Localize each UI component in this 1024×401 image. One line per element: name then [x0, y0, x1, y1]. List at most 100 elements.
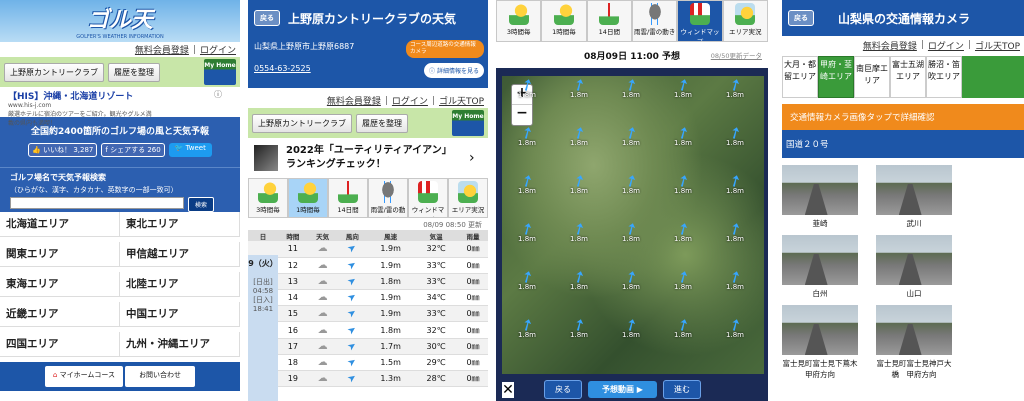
login-link[interactable]: ログイン — [392, 94, 428, 107]
history-course-button[interactable]: 上野原カントリークラブ — [252, 113, 352, 133]
traffic-camera-button[interactable]: コース周辺道路の交通情報カメラ — [406, 40, 484, 58]
area-tab-kofu[interactable]: 甲府・韮崎エリア — [818, 56, 854, 98]
back-button[interactable]: 戻る — [254, 10, 280, 26]
area-shikoku[interactable]: 四国エリア — [0, 332, 120, 357]
wind-map[interactable]: + − ➚ 1.8m ➚ 1.8m ➚ 1.8m ➚ 1.8m ➚ 1.8m ➚ 1.8m ➚ 1.8m ➚… — [502, 76, 764, 374]
contact-button[interactable]: お問い合わせ — [125, 366, 196, 387]
register-link[interactable]: 無料会員登録 — [863, 39, 917, 52]
table-row: 17 ☁ ➤ 1.7m 30℃ 0㎜ — [248, 338, 488, 355]
wind-arrow-icon: ➚ — [724, 312, 746, 337]
top-link[interactable]: ゴル天TOP — [975, 39, 1020, 52]
tab-area-live[interactable]: エリア実況 — [722, 0, 768, 42]
camera-nirasaki[interactable]: 韮崎 — [782, 165, 858, 229]
camera-hakushu[interactable]: 白州 — [782, 235, 858, 299]
area-kanto[interactable]: 関東エリア — [0, 242, 120, 267]
wind-arrow-icon: ➤ — [345, 339, 359, 354]
camera-mukawa[interactable]: 武川 — [876, 165, 952, 229]
area-chugoku[interactable]: 中国エリア — [120, 302, 240, 327]
area-hokuriku[interactable]: 北陸エリア — [120, 272, 240, 297]
close-icon[interactable]: ✕ — [502, 381, 514, 398]
login-link[interactable]: ログイン — [200, 43, 236, 56]
area-tab-fujigoko[interactable]: 富士五湖エリア — [890, 56, 926, 98]
back-button[interactable]: 戻る — [788, 10, 814, 26]
camera-button-label: コース周辺道路の交通情報カメラ — [410, 42, 476, 55]
forecast-video-button[interactable]: 予想動画 ▶ — [588, 381, 657, 398]
tab-label: 14日間 — [598, 28, 620, 36]
table-header: 日 時間 天気 風向 風速 気温 雨量 — [248, 230, 488, 241]
wind-arrow-icon: ➤ — [345, 258, 359, 273]
cloud-icon: ☁ — [317, 308, 328, 320]
tab-label: 1時間毎 — [296, 206, 320, 214]
tab-1hour[interactable]: 1時間毎 — [288, 178, 328, 218]
register-link[interactable]: 無料会員登録 — [135, 43, 189, 56]
share-button[interactable]: f シェアする 260 — [101, 143, 165, 157]
temperature-cell: 33℃ — [426, 309, 446, 319]
wind-arrow-icon: ➚ — [620, 216, 642, 241]
camera-fujimi-shimotsutaki[interactable]: 富士見町富士見下蔦木 甲府方向 — [782, 305, 865, 380]
tab-3hour[interactable]: 3時間毎 — [248, 178, 288, 218]
wind-arrow-icon: ➚ — [724, 216, 746, 241]
ad-block[interactable]: 【HIS】沖縄・北海道リゾート www.his-j.com 厳選ホテルに宿泊のツ… — [0, 87, 240, 127]
tweet-button[interactable]: 🐦 Tweet — [168, 143, 212, 157]
camera-image[interactable] — [782, 235, 858, 285]
camera-image[interactable] — [876, 165, 952, 215]
golf-flag-icon — [599, 3, 620, 25]
tab-1hour[interactable]: 1時間毎 — [541, 0, 587, 42]
tab-3hour[interactable]: 3時間毎 — [496, 0, 542, 42]
wind-arrow-icon: ➚ — [568, 216, 590, 241]
area-tab-otsuki[interactable]: 大月・都留エリア — [782, 56, 818, 98]
course-search-input[interactable] — [10, 197, 184, 209]
clear-history-button[interactable]: 履歴を整理 — [108, 62, 160, 82]
login-link[interactable]: ログイン — [928, 39, 964, 52]
logo-subtitle: GOLFER'S WEATHER INFORMATION — [76, 34, 164, 40]
day-column: 9（火） [日出] 04:58 [日入] 18:41 — [248, 255, 278, 401]
tab-wind-map[interactable]: ウィンドマップ — [677, 0, 723, 42]
register-link[interactable]: 無料会員登録 — [327, 94, 381, 107]
tab-rain-radar[interactable]: 雨雲/雷の動き — [631, 0, 678, 42]
camera-image[interactable] — [782, 305, 858, 355]
camera-image[interactable] — [876, 305, 952, 355]
area-kinki[interactable]: 近畿エリア — [0, 302, 120, 327]
wind-arrow-icon: ➚ — [724, 120, 746, 145]
wind-arrow-icon: ➚ — [672, 168, 694, 193]
ad-choice-icon[interactable]: ⓘ — [214, 89, 222, 100]
camera-fujimi-godo-ohashi[interactable]: 富士見町富士見神戸大橋 甲府方向 — [876, 305, 952, 380]
tab-rain-radar[interactable]: 雨雲/雷の動き — [368, 178, 408, 218]
detail-info-button[interactable]: ⓘ 詳細情報を見る — [424, 63, 484, 78]
area-hokkaido[interactable]: 北海道エリア — [0, 212, 120, 237]
like-button[interactable]: 👍 いいね！ 3,287 — [28, 143, 98, 157]
wind-speed-cell: 1.9m — [380, 244, 401, 254]
area-tab-minamikoma[interactable]: 南巨摩エリア — [854, 56, 890, 98]
temperature-cell: 33℃ — [426, 276, 446, 286]
map-back-button[interactable]: 戻る — [544, 380, 582, 399]
table-row: 18 ☁ ➤ 1.5m 29℃ 0㎜ — [248, 354, 488, 371]
camera-yamaguchi[interactable]: 山口 — [876, 235, 952, 299]
camera-image[interactable] — [782, 165, 858, 215]
tab-14day[interactable]: 14日間 — [328, 178, 368, 218]
top-link[interactable]: ゴル天TOP — [439, 94, 484, 107]
cloud-icon: ☁ — [317, 356, 328, 368]
clear-history-button[interactable]: 履歴を整理 — [356, 113, 408, 133]
rain-cell: 0㎜ — [466, 260, 480, 270]
ad-title[interactable]: 【HIS】沖縄・北海道リゾート — [8, 89, 232, 102]
tab-area-live[interactable]: エリア実況 — [448, 178, 488, 218]
area-koshinetsu[interactable]: 甲信越エリア — [120, 242, 240, 267]
hour-cell: 16 — [287, 325, 298, 335]
tab-wind-map[interactable]: ウィンドマップ — [408, 178, 448, 218]
search-button[interactable]: 検索 — [188, 197, 215, 212]
history-course-button[interactable]: 上野原カントリークラブ — [4, 62, 104, 82]
wind-direction-cell: ➤ — [337, 338, 367, 354]
news-banner[interactable]: 2022年「ユーティリティアイアン」ランキングチェック！ › — [248, 138, 488, 178]
area-tokai[interactable]: 東海エリア — [0, 272, 120, 297]
cloud-icon: ☁ — [317, 340, 328, 352]
area-tohoku[interactable]: 東北エリア — [120, 212, 240, 237]
myhome-badge[interactable]: My Home — [452, 110, 484, 136]
area-kyushu-okinawa[interactable]: 九州・沖縄エリア — [120, 332, 240, 357]
myhome-course-button[interactable]: ⌂ マイホームコース — [44, 366, 124, 387]
myhome-badge[interactable]: My Home — [204, 59, 236, 85]
camera-image[interactable] — [876, 235, 952, 285]
map-forward-button[interactable]: 進む — [662, 380, 701, 399]
tab-14day[interactable]: 14日間 — [586, 0, 632, 42]
logo[interactable]: ゴル天 — [87, 2, 153, 34]
area-tab-katsunuma[interactable]: 勝沼・笛吹エリア — [926, 56, 962, 98]
